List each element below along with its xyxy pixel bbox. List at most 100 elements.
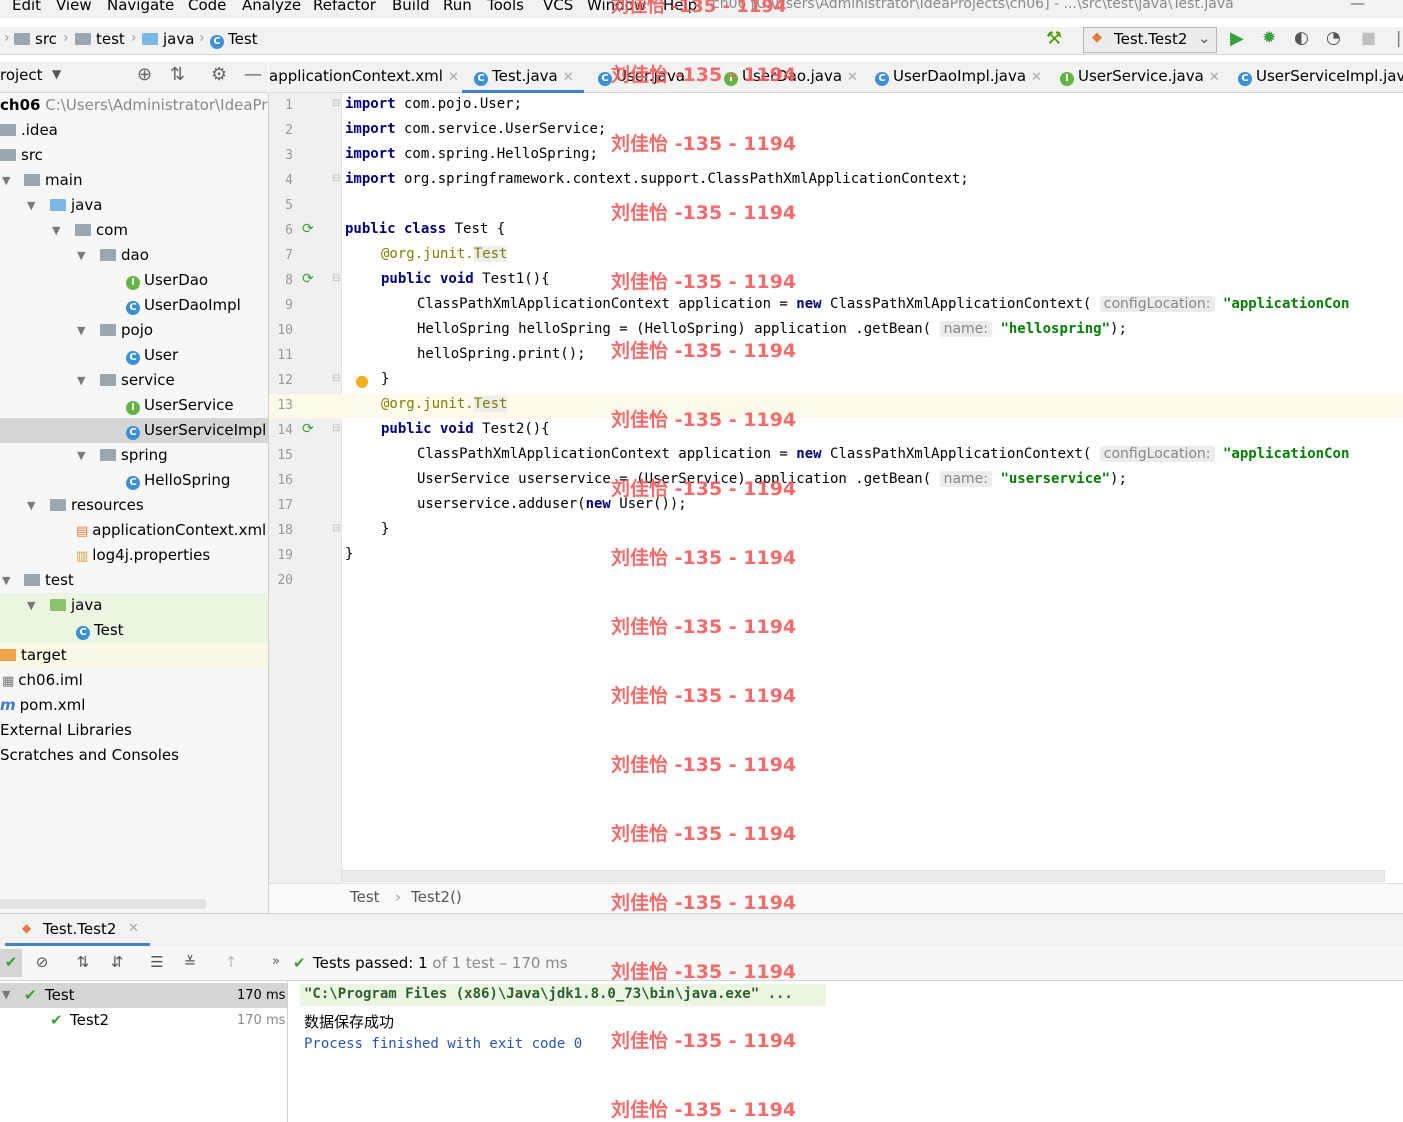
code-line[interactable]: ClassPathXmlApplicationContext applicati… bbox=[417, 446, 1349, 462]
tree-item-service[interactable]: service bbox=[100, 368, 175, 393]
project-panel-title[interactable]: roject bbox=[0, 66, 43, 84]
minimize-icon[interactable]: — bbox=[1350, 0, 1365, 12]
gear-icon[interactable]: ⚙ bbox=[211, 64, 227, 85]
breadcrumb-test[interactable]: test bbox=[75, 30, 125, 48]
menu-edit[interactable]: Edit bbox=[12, 0, 41, 14]
menu-code[interactable]: Code bbox=[188, 0, 226, 14]
run-test-gutter-icon[interactable]: ⟳ bbox=[302, 421, 314, 437]
code-line[interactable]: public void Test2(){ bbox=[381, 421, 550, 437]
expand-arrow-icon[interactable]: ▼ bbox=[27, 599, 35, 612]
debug-icon[interactable]: ✹ bbox=[1262, 28, 1276, 48]
tree-item-iml[interactable]: ▦ ch06.iml bbox=[2, 668, 83, 693]
code-line[interactable]: } bbox=[345, 546, 353, 562]
tree-item-main[interactable]: main bbox=[24, 168, 82, 193]
tab-userserviceimpl-java[interactable]: C UserServiceImpl.java bbox=[1238, 67, 1403, 86]
tree-item-root[interactable]: ch06 C:\Users\Administrator\IdeaPro bbox=[0, 93, 268, 118]
tree-item-pojo[interactable]: pojo bbox=[100, 318, 153, 343]
test-result-name[interactable]: Test bbox=[45, 986, 75, 1004]
close-icon[interactable]: ✕ bbox=[128, 921, 139, 936]
code-line[interactable]: HelloSpring helloSpring = (HelloSpring) … bbox=[417, 321, 1127, 337]
editor-breadcrumb-method[interactable]: Test2() bbox=[411, 888, 462, 906]
tree-item-resources[interactable]: resources bbox=[50, 493, 144, 518]
tree-item-userservice[interactable]: I UserService bbox=[126, 393, 234, 418]
tree-item-test-class[interactable]: C Test bbox=[76, 618, 124, 643]
tab-applicationcontext[interactable]: applicationContext.xml ✕ bbox=[269, 67, 459, 85]
menu-tools[interactable]: Tools bbox=[487, 0, 524, 14]
expand-arrow-icon[interactable]: ▼ bbox=[2, 988, 10, 1001]
tree-item-java[interactable]: java bbox=[50, 193, 102, 218]
dropdown-arrow-icon[interactable]: ▼ bbox=[52, 67, 61, 81]
tab-userservice-java[interactable]: I UserService.java ✕ bbox=[1060, 67, 1220, 86]
menu-view[interactable]: View bbox=[56, 0, 92, 14]
tree-item-test-java[interactable]: java bbox=[50, 593, 102, 618]
tree-item-user[interactable]: C User bbox=[126, 343, 178, 368]
editor-horizontal-scrollbar[interactable] bbox=[341, 870, 1385, 882]
run-tab-label[interactable]: Test.Test2 bbox=[43, 920, 116, 938]
vcs-icon[interactable]: | bbox=[1396, 28, 1401, 47]
expand-arrow-icon[interactable]: ▼ bbox=[77, 249, 85, 262]
close-icon[interactable]: ✕ bbox=[448, 70, 459, 85]
fold-marker-icon[interactable]: ⊟ bbox=[332, 273, 340, 284]
show-ignored-icon[interactable]: ⊘ bbox=[30, 950, 54, 974]
menu-build[interactable]: Build bbox=[392, 0, 430, 14]
close-icon[interactable]: ✕ bbox=[1209, 70, 1220, 85]
close-icon[interactable]: ✕ bbox=[1031, 70, 1042, 85]
expand-arrow-icon[interactable]: ▼ bbox=[2, 574, 10, 587]
expand-arrow-icon[interactable]: ▼ bbox=[27, 199, 35, 212]
code-line[interactable]: } bbox=[381, 521, 389, 537]
tree-item-userserviceimpl[interactable]: C UserServiceImpl bbox=[126, 418, 266, 443]
tab-userdaoimpl-java[interactable]: C UserDaoImpl.java ✕ bbox=[875, 67, 1042, 86]
fold-marker-icon[interactable]: ⊟ bbox=[332, 423, 340, 434]
run-icon[interactable]: ▶ bbox=[1230, 28, 1244, 49]
menu-vcs[interactable]: VCS bbox=[543, 0, 573, 14]
locate-icon[interactable]: ⊕ bbox=[137, 64, 152, 85]
stop-icon[interactable]: ■ bbox=[1361, 28, 1376, 47]
menu-analyze[interactable]: Analyze bbox=[242, 0, 301, 14]
tree-item-dao[interactable]: dao bbox=[100, 243, 149, 268]
tree-item-log4j[interactable]: ▥ log4j.properties bbox=[76, 543, 210, 568]
fold-marker-icon[interactable]: ⊟ bbox=[332, 98, 340, 109]
code-line[interactable]: ClassPathXmlApplicationContext applicati… bbox=[417, 296, 1349, 312]
code-line[interactable]: @org.junit.Test bbox=[381, 396, 508, 412]
code-line[interactable]: import com.pojo.User; bbox=[345, 96, 522, 112]
code-line[interactable]: public void Test1(){ bbox=[381, 271, 550, 287]
sort-duration-icon[interactable]: ⇵ bbox=[105, 950, 129, 974]
tree-item-target[interactable]: target bbox=[0, 643, 67, 668]
tree-item-hellospring[interactable]: C HelloSpring bbox=[126, 468, 230, 493]
collapse-all-icon[interactable]: ⇅ bbox=[170, 64, 185, 85]
editor-breadcrumb-class[interactable]: Test bbox=[350, 888, 380, 906]
previous-failed-icon[interactable]: ↑ bbox=[219, 950, 243, 974]
fold-marker-icon[interactable]: ⊟ bbox=[332, 173, 340, 184]
tree-item-pom[interactable]: m pom.xml bbox=[0, 693, 85, 718]
run-test-gutter-icon[interactable]: ⟳ bbox=[302, 271, 314, 287]
expand-arrow-icon[interactable]: ▼ bbox=[27, 499, 35, 512]
close-icon[interactable]: ✕ bbox=[563, 70, 574, 85]
menu-run[interactable]: Run bbox=[443, 0, 472, 14]
expand-arrow-icon[interactable]: ▼ bbox=[52, 224, 60, 237]
run-configuration-select[interactable]: ◆ Test.Test2 ⌄ bbox=[1083, 27, 1217, 53]
sort-alpha-icon[interactable]: ⇅ bbox=[71, 950, 95, 974]
fold-marker-icon[interactable]: ⊟ bbox=[332, 373, 340, 384]
menu-navigate[interactable]: Navigate bbox=[107, 0, 174, 14]
expand-arrow-icon[interactable]: ▼ bbox=[2, 174, 10, 187]
code-line[interactable]: import com.service.UserService; bbox=[345, 121, 606, 137]
close-icon[interactable]: ✕ bbox=[847, 70, 858, 85]
tree-item-applicationcontext[interactable]: ▤ applicationContext.xml bbox=[76, 518, 266, 543]
run-test-gutter-icon[interactable]: ⟳ bbox=[302, 221, 314, 237]
breadcrumb-java[interactable]: java bbox=[142, 30, 194, 48]
tree-item-src[interactable]: src bbox=[0, 143, 43, 168]
tree-horizontal-scrollbar[interactable] bbox=[0, 899, 206, 909]
tree-item-userdao[interactable]: I UserDao bbox=[126, 268, 208, 293]
show-passed-icon[interactable]: ✔ bbox=[0, 950, 23, 974]
breadcrumb-src[interactable]: src bbox=[14, 30, 57, 48]
more-icon[interactable]: » bbox=[264, 950, 288, 974]
tab-test-java[interactable]: C Test.java ✕ bbox=[474, 67, 574, 86]
profile-icon[interactable]: ◔ bbox=[1326, 28, 1341, 48]
code-line[interactable]: @org.junit.Test bbox=[381, 246, 508, 262]
tree-item-spring[interactable]: spring bbox=[100, 443, 168, 468]
tree-item-com[interactable]: com bbox=[75, 218, 128, 243]
code-line[interactable]: } bbox=[381, 371, 389, 387]
code-line[interactable]: helloSpring.print(); bbox=[417, 346, 586, 362]
hide-icon[interactable]: — bbox=[244, 64, 262, 85]
lightbulb-icon[interactable]: ● bbox=[355, 371, 369, 390]
